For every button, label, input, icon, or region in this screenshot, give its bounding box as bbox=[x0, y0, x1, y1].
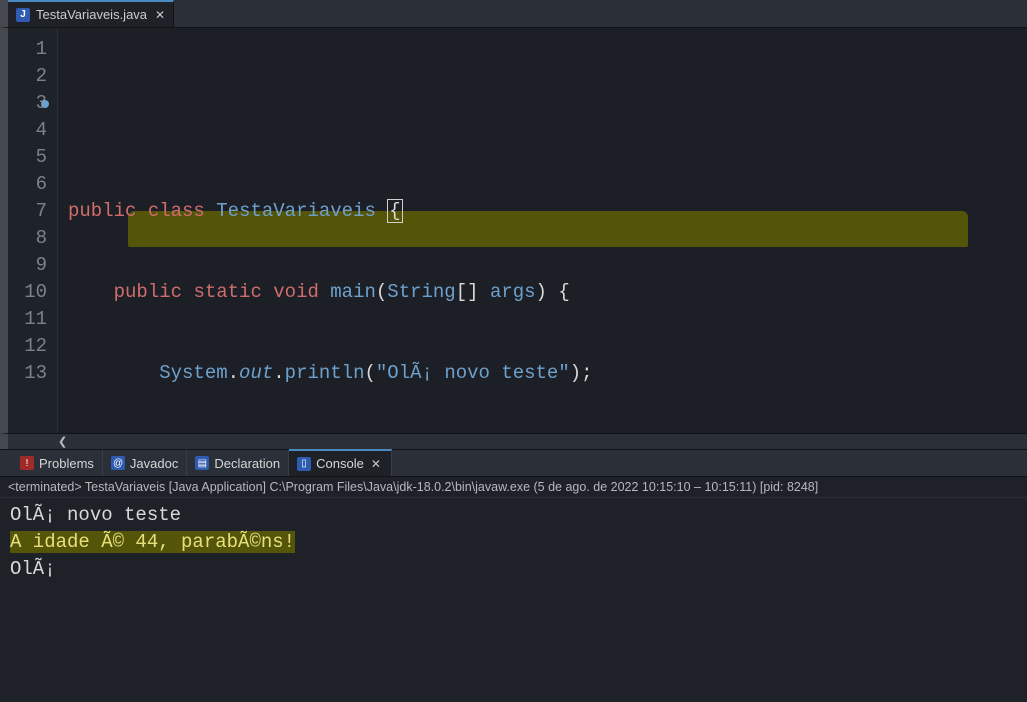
line-number: 9 bbox=[8, 252, 47, 279]
scroll-left-icon[interactable]: ❮ bbox=[58, 435, 67, 448]
console-icon: ▯ bbox=[297, 457, 311, 471]
horizontal-scrollbar[interactable]: ❮ bbox=[0, 433, 1027, 449]
console-line-highlighted: A idade Ã© 44, parabÃ©ns! bbox=[10, 531, 295, 553]
line-number: 12 bbox=[8, 333, 47, 360]
line-number: 10 bbox=[8, 279, 47, 306]
declaration-icon: ▤ bbox=[195, 456, 209, 470]
editor-tab-testavariaveis[interactable]: J TestaVariaveis.java ✕ bbox=[8, 0, 174, 27]
tab-declaration[interactable]: ▤ Declaration bbox=[187, 450, 289, 476]
line-number: 11 bbox=[8, 306, 47, 333]
editor-tab-bar: J TestaVariaveis.java ✕ bbox=[0, 0, 1027, 28]
code-area[interactable]: public class TestaVariaveis { public sta… bbox=[58, 28, 1027, 433]
code-line bbox=[68, 117, 1027, 144]
line-number: 2 bbox=[8, 63, 47, 90]
console-status: <terminated> TestaVariaveis [Java Applic… bbox=[0, 477, 1027, 498]
console-output[interactable]: OlÃ¡ novo teste A idade Ã© 44, parabÃ©ns… bbox=[0, 498, 1027, 702]
line-number: 5 bbox=[8, 144, 47, 171]
line-number: 7 bbox=[8, 198, 47, 225]
code-line: public class TestaVariaveis { bbox=[68, 198, 1027, 225]
tab-label: Problems bbox=[39, 456, 94, 471]
code-line: public static void main(String[] args) { bbox=[68, 279, 1027, 306]
console-line: OlÃ¡ bbox=[10, 558, 56, 580]
close-icon[interactable]: ✕ bbox=[153, 8, 167, 22]
close-icon[interactable]: ✕ bbox=[369, 457, 383, 471]
line-number: 1 bbox=[8, 36, 47, 63]
override-marker-icon bbox=[41, 100, 49, 108]
editor-tab-label: TestaVariaveis.java bbox=[36, 7, 147, 22]
problems-icon: ! bbox=[20, 456, 34, 470]
tab-javadoc[interactable]: @ Javadoc bbox=[103, 450, 187, 476]
tab-label: Declaration bbox=[214, 456, 280, 471]
console-line: OlÃ¡ novo teste bbox=[10, 504, 181, 526]
console-panel: <terminated> TestaVariaveis [Java Applic… bbox=[0, 477, 1027, 702]
bottom-views-tabbar: ! Problems @ Javadoc ▤ Declaration ▯ Con… bbox=[0, 449, 1027, 477]
tab-label: Console bbox=[316, 456, 364, 471]
code-editor[interactable]: 1 2 3 4 5 6 7 8 9 10 11 12 13 public cla… bbox=[0, 28, 1027, 433]
line-number-gutter: 1 2 3 4 5 6 7 8 9 10 11 12 13 bbox=[8, 28, 58, 433]
line-number: 4 bbox=[8, 117, 47, 144]
tab-problems[interactable]: ! Problems bbox=[12, 450, 103, 476]
java-file-icon: J bbox=[16, 8, 30, 22]
tab-label: Javadoc bbox=[130, 456, 178, 471]
line-number: 8 bbox=[8, 225, 47, 252]
line-number: 3 bbox=[8, 90, 47, 117]
line-number: 6 bbox=[8, 171, 47, 198]
javadoc-icon: @ bbox=[111, 456, 125, 470]
code-line: System.out.println("OlÃ¡ novo teste"); bbox=[68, 360, 1027, 387]
line-number: 13 bbox=[8, 360, 47, 387]
tab-console[interactable]: ▯ Console ✕ bbox=[289, 449, 392, 476]
